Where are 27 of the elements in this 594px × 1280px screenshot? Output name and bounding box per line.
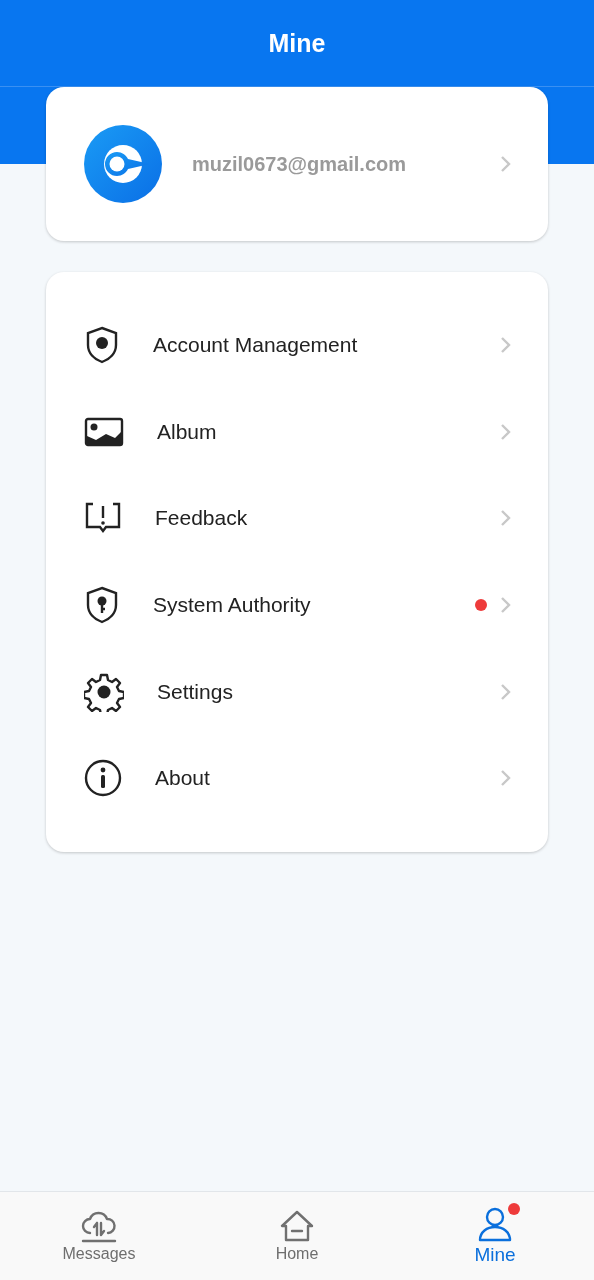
menu-item[interactable]: About: [155, 766, 467, 791]
person-icon: [477, 1206, 513, 1242]
chevron-right-icon: [500, 422, 512, 441]
nav-tab[interactable]: Home: [275, 1245, 319, 1263]
info-icon: [84, 759, 122, 798]
nav-tab[interactable]: Mine: [474, 1244, 516, 1266]
gear-icon: [84, 671, 124, 712]
chevron-right-icon: [500, 336, 512, 355]
menu-item[interactable]: Account Management: [153, 333, 467, 358]
shield-key-icon: [84, 586, 120, 625]
menu-item[interactable]: Settings: [157, 679, 467, 704]
shield-icon: [84, 326, 120, 365]
account-email: muzil0673@gmail.com: [192, 152, 408, 176]
app-logo-icon: [84, 125, 162, 203]
menu-item[interactable]: Feedback: [155, 506, 467, 531]
image-icon: [84, 416, 124, 447]
chevron-right-icon: [500, 596, 512, 615]
home-icon: [279, 1209, 315, 1243]
menu-item[interactable]: Album: [157, 419, 467, 444]
nav-tab[interactable]: Messages: [62, 1245, 136, 1263]
chevron-right-icon: [500, 769, 512, 788]
cloud-transfer-icon: [81, 1209, 117, 1243]
chevron-right-icon: [500, 682, 512, 701]
chevron-right-icon: [500, 155, 512, 173]
chevron-right-icon: [500, 509, 512, 528]
menu-item[interactable]: System Authority: [153, 593, 442, 618]
page-title: Mine: [268, 28, 326, 58]
